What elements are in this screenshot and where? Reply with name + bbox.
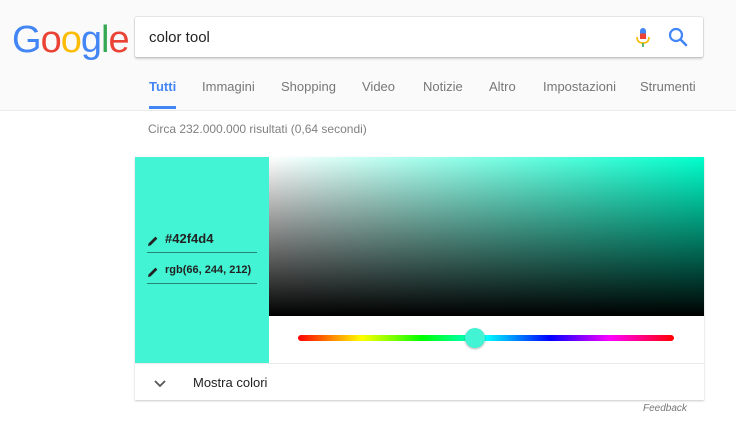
logo-letter: o (60, 19, 82, 61)
tab-impostazioni[interactable]: Impostazioni (543, 79, 616, 108)
saturation-black-gradient (269, 157, 704, 316)
show-colors-label: Mostra colori (193, 375, 268, 390)
show-colors-toggle[interactable]: Mostra colori (135, 363, 704, 400)
hue-slider-handle[interactable] (464, 328, 485, 348)
search-input[interactable] (149, 17, 619, 57)
saturation-panel[interactable] (269, 157, 704, 316)
tab-notizie[interactable]: Notizie (423, 79, 463, 108)
tab-tutti[interactable]: Tutti (149, 79, 177, 109)
logo-letter: o (40, 19, 62, 61)
logo-letter: e (108, 19, 129, 61)
chevron-down-icon (153, 376, 167, 388)
pencil-icon (147, 234, 159, 246)
google-logo[interactable]: Google (12, 18, 130, 62)
feedback-link[interactable]: Feedback (643, 403, 687, 414)
logo-letter: G (12, 19, 42, 61)
color-swatch: #42f4d4 rgb(66, 244, 212) (135, 157, 269, 363)
tab-immagini[interactable]: Immagini (202, 79, 255, 108)
hue-slider[interactable] (298, 335, 674, 341)
tab-shopping[interactable]: Shopping (281, 79, 336, 108)
pencil-icon (147, 265, 159, 277)
microphone-icon[interactable] (633, 27, 653, 49)
tab-strumenti[interactable]: Strumenti (640, 79, 696, 108)
rgb-value: rgb(66, 244, 212) (165, 264, 252, 276)
color-picker-card: #42f4d4 rgb(66, 244, 212) Mostra colori (135, 157, 704, 400)
hex-value: #42f4d4 (165, 231, 214, 246)
tab-video[interactable]: Video (362, 79, 395, 108)
search-icon[interactable] (667, 26, 689, 48)
logo-letter: g (80, 19, 102, 61)
hex-field[interactable]: #42f4d4 (147, 228, 257, 253)
result-stats: Circa 232.000.000 risultati (0,64 second… (148, 122, 367, 136)
logo-letter: l (100, 19, 110, 61)
rgb-field[interactable]: rgb(66, 244, 212) (147, 259, 257, 284)
tab-altro[interactable]: Altro (489, 79, 516, 108)
search-box (135, 17, 703, 57)
